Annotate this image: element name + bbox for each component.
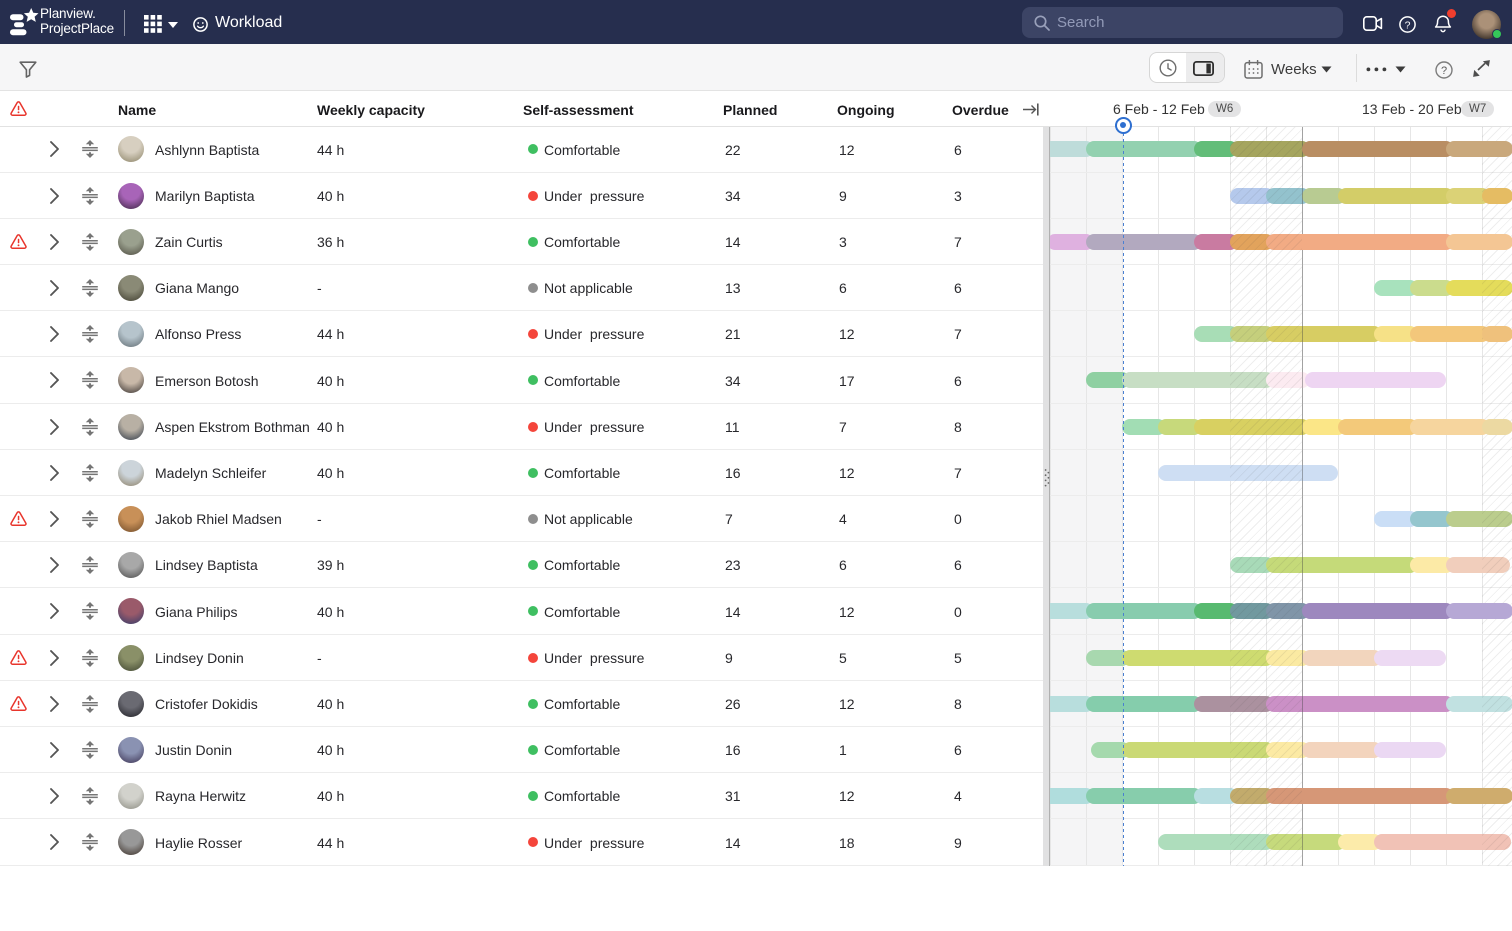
svg-text:?: ? <box>1405 19 1411 31</box>
svg-text:?: ? <box>1441 65 1447 77</box>
